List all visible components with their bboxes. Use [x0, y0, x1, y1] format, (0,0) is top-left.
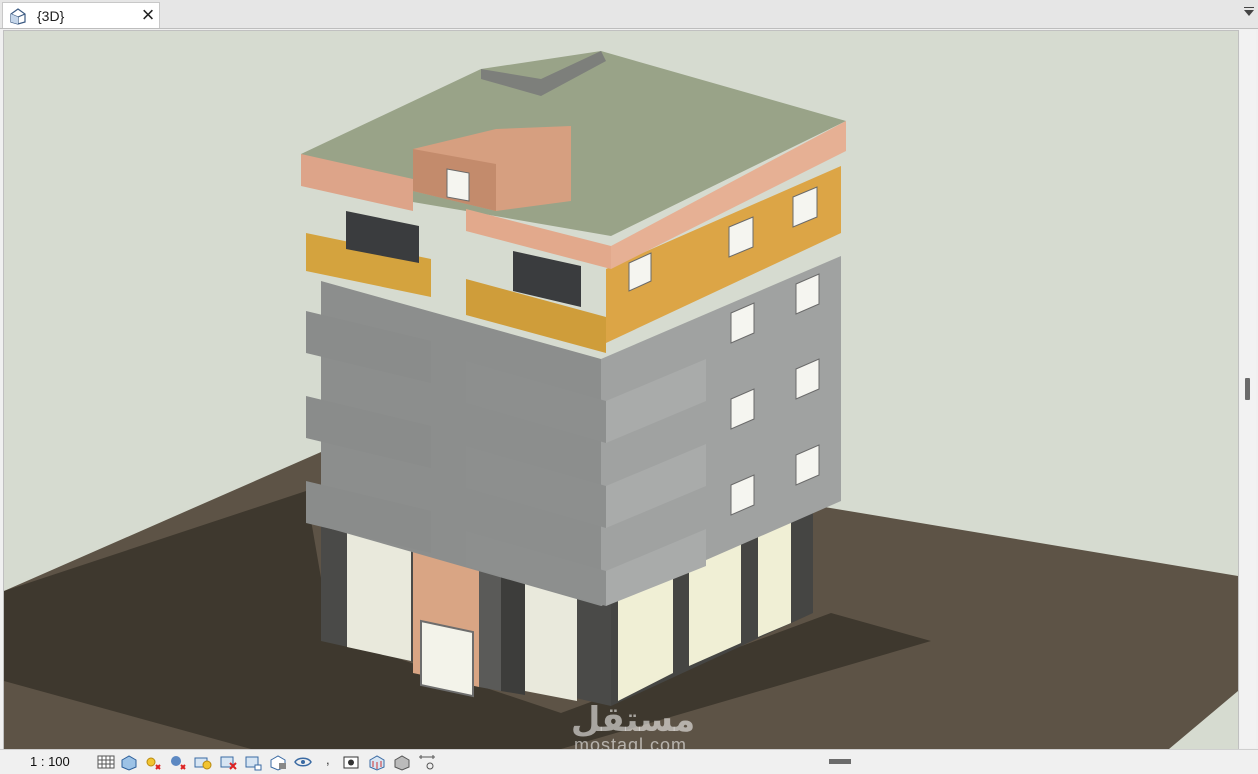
highlight-displacement-icon[interactable]	[417, 753, 437, 771]
tab-3d-view[interactable]: {3D} ×	[2, 2, 160, 28]
stone-column-2	[501, 568, 525, 695]
shopfront-left-1	[347, 533, 411, 661]
view-control-bar: 1 : 100 ,	[0, 749, 1258, 774]
close-icon[interactable]: ×	[137, 4, 159, 27]
shopfront-right-3	[758, 521, 791, 637]
3d-view-icon	[10, 8, 26, 25]
analytical-model-icon[interactable]	[392, 753, 412, 771]
horizontal-scroll-thumb[interactable]	[829, 759, 851, 764]
stair-window	[446, 168, 470, 202]
temporary-hide-isolate-icon[interactable]	[293, 753, 313, 771]
shadows-icon[interactable]	[168, 753, 188, 771]
view-tab-bar: {3D} ×	[0, 0, 1258, 29]
lock-3d-view-icon[interactable]	[268, 753, 288, 771]
visual-style-icon[interactable]	[119, 753, 139, 771]
stone-column-1	[479, 563, 501, 691]
crop-view-icon[interactable]	[218, 753, 238, 771]
view-scale[interactable]: 1 : 100	[30, 754, 70, 769]
sun-path-icon[interactable]	[142, 753, 162, 771]
tab-title: {3D}	[37, 8, 65, 24]
detail-level-icon[interactable]	[96, 753, 116, 771]
building-model-3d	[4, 51, 1238, 749]
vertical-scrollbar[interactable]	[1240, 30, 1256, 748]
vertical-scroll-thumb[interactable]	[1245, 378, 1250, 400]
view-list-dropdown-icon[interactable]	[1244, 10, 1254, 16]
view-list-menu-line	[1244, 7, 1254, 8]
reveal-hidden-elements-icon[interactable]	[342, 753, 362, 771]
worksharing-display-icon[interactable]	[367, 753, 387, 771]
separator: ,	[326, 752, 330, 767]
render-icon[interactable]	[193, 753, 213, 771]
3d-viewport[interactable]: مستقل mostaql.com	[3, 30, 1239, 750]
show-crop-region-icon[interactable]	[243, 753, 263, 771]
entrance-door	[420, 619, 474, 698]
